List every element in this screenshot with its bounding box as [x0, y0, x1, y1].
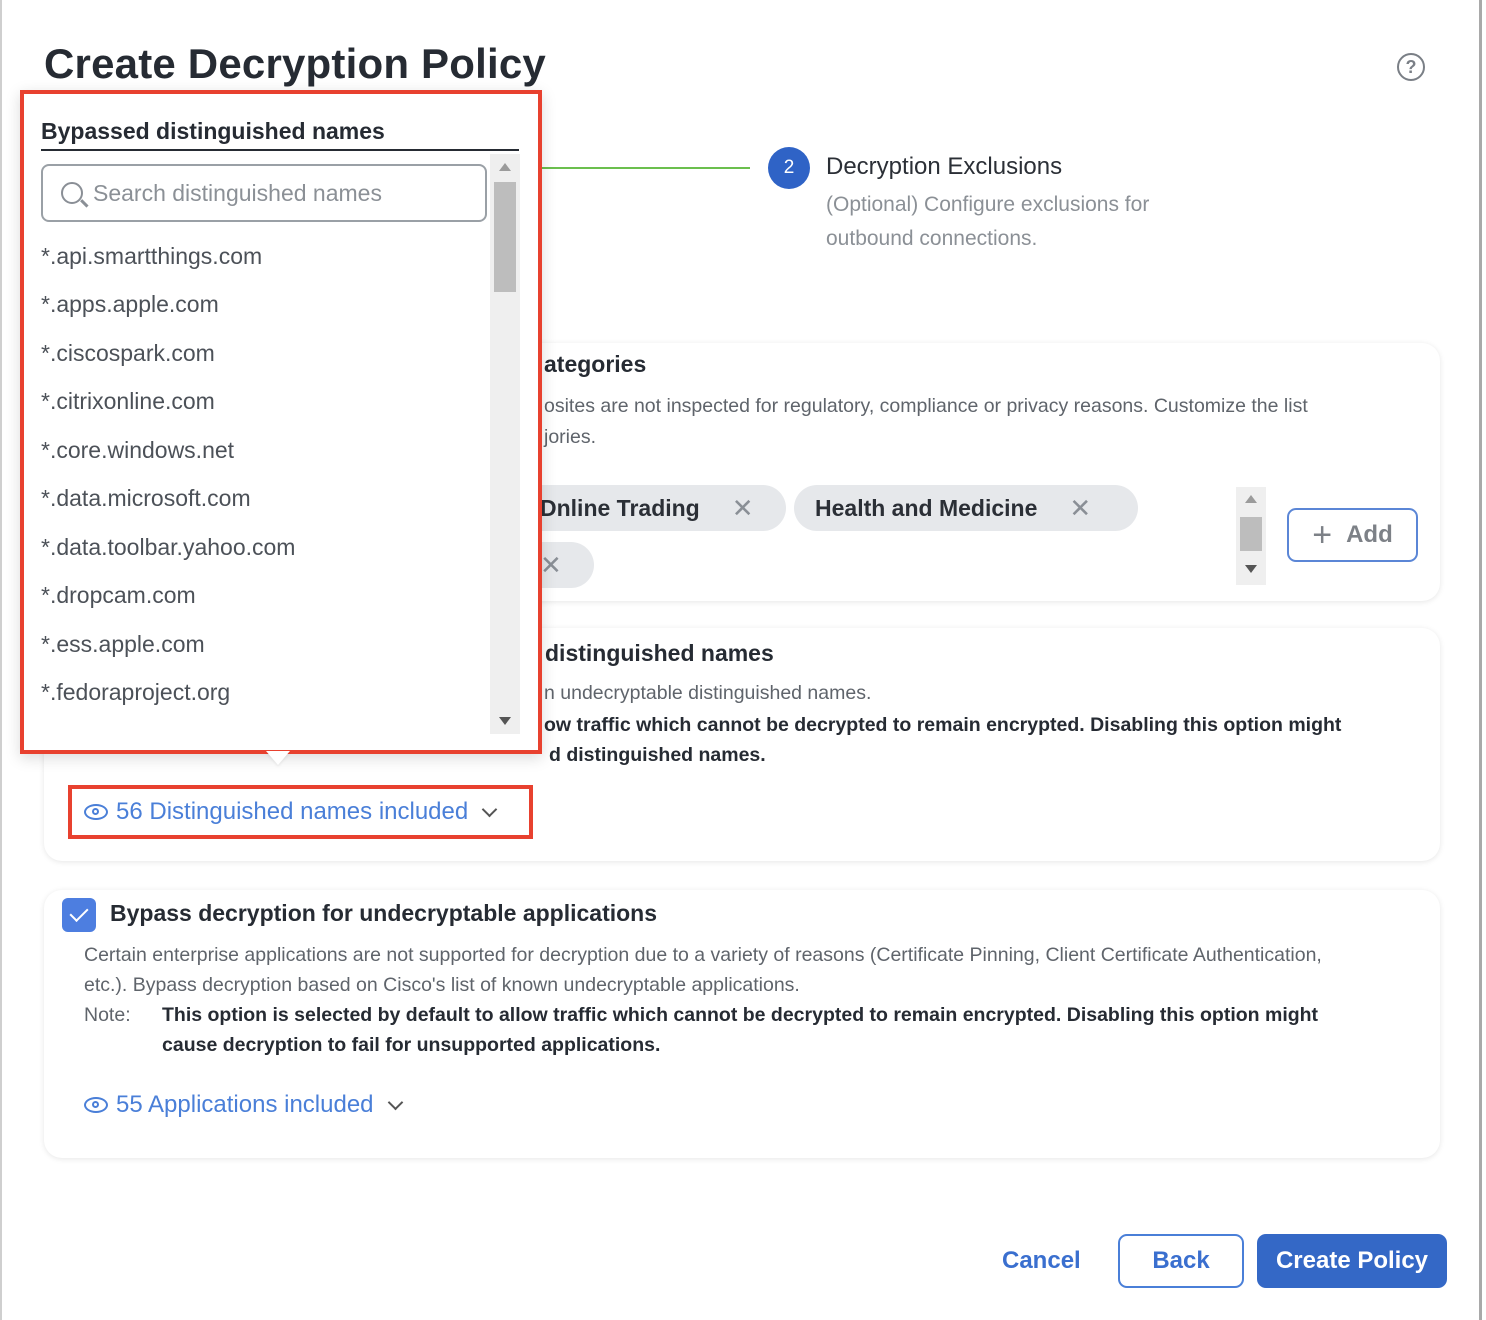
create-policy-button[interactable]: Create Policy: [1257, 1234, 1447, 1288]
applications-included-label: 55 Applications included: [116, 1091, 374, 1118]
scroll-thumb[interactable]: [494, 182, 516, 292]
checkmark-icon: [69, 902, 89, 923]
applications-note-line1: This option is selected by default to al…: [162, 1004, 1319, 1026]
bypassed-distinguished-names-popover: Bypassed distinguished names *.api.smart…: [20, 90, 542, 754]
scroll-down-arrow-icon[interactable]: [499, 717, 511, 725]
popover-caret: [266, 751, 290, 765]
categories-description-line2: jories.: [544, 426, 597, 448]
annotation-highlight-box: [68, 785, 533, 839]
applications-note-label: Note:: [84, 1004, 131, 1026]
applications-included-toggle[interactable]: 55 Applications included: [84, 1091, 403, 1119]
close-icon[interactable]: ✕: [540, 550, 562, 581]
popover-title-divider: [41, 149, 519, 151]
list-item: *.ess.apple.com: [41, 630, 205, 657]
chevron-down-icon: [387, 1094, 403, 1110]
list-item: *.ciscospark.com: [41, 339, 215, 366]
list-item: *.api.smartthings.com: [41, 242, 263, 269]
distinguished-names-card-title: distinguished names: [545, 640, 774, 666]
cancel-button[interactable]: Cancel: [992, 1236, 1091, 1286]
applications-note-line2: cause decryption to fail for unsupported…: [162, 1034, 661, 1056]
popover-scrollbar[interactable]: [490, 154, 520, 734]
eye-icon: [84, 1097, 108, 1113]
add-button-label: Add: [1346, 521, 1393, 548]
close-icon[interactable]: ✕: [732, 493, 754, 524]
list-item: *.data.microsoft.com: [41, 485, 251, 512]
step-title: Decryption Exclusions: [826, 153, 1063, 180]
back-button[interactable]: Back: [1118, 1234, 1244, 1288]
chip-label: Dnline Trading: [540, 494, 700, 521]
list-item: *.citrixonline.com: [41, 388, 215, 415]
distinguished-names-note-line2: d distinguished names.: [549, 744, 766, 766]
categories-card-title: ategories: [544, 351, 647, 377]
list-item: *.apps.apple.com: [41, 291, 219, 318]
categories-description-line1: osites are not inspected for regulatory,…: [544, 395, 1308, 417]
step-connector-line: [542, 167, 750, 169]
distinguished-names-note-line1: ow traffic which cannot be decrypted to …: [544, 714, 1342, 736]
popover-title: Bypassed distinguished names: [41, 118, 385, 144]
dialog-window: Create Decryption Policy ? 2 Decryption …: [0, 0, 1482, 1320]
add-category-button[interactable]: + Add: [1287, 508, 1418, 562]
plus-icon: +: [1312, 516, 1333, 554]
applications-description: Certain enterprise applications are not …: [84, 944, 1322, 996]
step-number-badge: 2: [768, 147, 810, 189]
scroll-thumb[interactable]: [1240, 517, 1262, 551]
scroll-up-arrow-icon[interactable]: [1245, 495, 1257, 503]
bypass-applications-checkbox[interactable]: [62, 898, 96, 932]
list-item: *.data.toolbar.yahoo.com: [41, 533, 296, 560]
distinguished-names-search-input[interactable]: [93, 179, 473, 207]
distinguished-names-list: *.api.smartthings.com *.apps.apple.com *…: [41, 232, 481, 717]
step-description: (Optional) Configure exclusions for outb…: [826, 193, 1150, 250]
list-item: *.fedoraproject.org: [41, 679, 231, 706]
scroll-up-arrow-icon[interactable]: [499, 163, 511, 171]
search-icon: [61, 182, 83, 204]
close-icon[interactable]: ✕: [1069, 493, 1091, 524]
distinguished-names-description: n undecryptable distinguished names.: [544, 682, 872, 704]
list-item: *.dropcam.com: [41, 582, 196, 609]
distinguished-names-search[interactable]: [41, 164, 487, 222]
scroll-down-arrow-icon[interactable]: [1245, 565, 1257, 573]
page-title: Create Decryption Policy: [44, 40, 546, 87]
chip-label: Health and Medicine: [815, 494, 1038, 521]
help-circle-icon[interactable]: ?: [1397, 53, 1425, 81]
list-item: *.core.windows.net: [41, 436, 235, 463]
applications-card-title: Bypass decryption for undecryptable appl…: [110, 900, 658, 926]
category-chip-health-and-medicine: Health and Medicine ✕: [794, 485, 1138, 531]
chips-scrollbar[interactable]: [1236, 487, 1266, 585]
